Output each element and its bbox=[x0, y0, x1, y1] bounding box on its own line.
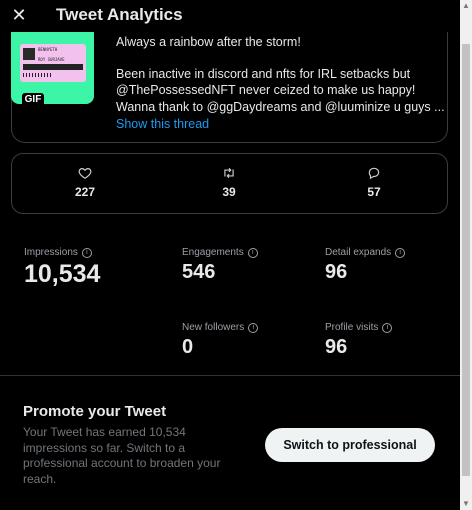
tweet-line-gap bbox=[116, 51, 446, 66]
dialog-header: ✕ Tweet Analytics bbox=[0, 0, 460, 32]
impressions-label: Impressions bbox=[24, 247, 78, 258]
info-icon[interactable]: i bbox=[248, 322, 259, 333]
ticket-bar bbox=[23, 64, 83, 70]
replies-metric: 57 bbox=[344, 166, 404, 199]
promo-title: Promote your Tweet bbox=[23, 403, 167, 420]
new-followers-stat: New followers i 0 bbox=[182, 322, 259, 359]
scroll-up-arrow-icon[interactable]: ▲ bbox=[462, 2, 470, 10]
engagement-metrics-card: 227 39 57 bbox=[11, 153, 448, 214]
promo-description: Your Tweet has earned 10,534 impressions… bbox=[23, 425, 243, 487]
tweet-line-4: Wanna thank to @ggDaydreams and @luumini… bbox=[116, 99, 445, 114]
analytics-panel: BENNYETH ROY SURJAVE GIF Always a rainbo… bbox=[0, 0, 460, 510]
detail-expands-value: 96 bbox=[325, 261, 348, 283]
impressions-value: 10,534 bbox=[24, 260, 101, 288]
show-thread-link[interactable]: Show this thread bbox=[116, 117, 209, 131]
promo-line-3: professional account to broaden your bbox=[23, 456, 221, 470]
profile-visits-stat: Profile visits i 96 bbox=[325, 322, 393, 359]
dialog-title: Tweet Analytics bbox=[56, 5, 183, 24]
detail-expands-stat: Detail expands i 96 bbox=[325, 247, 406, 284]
gif-badge: GIF bbox=[22, 93, 44, 107]
info-icon[interactable]: i bbox=[395, 247, 406, 258]
replies-count: 57 bbox=[367, 185, 381, 199]
likes-count: 227 bbox=[74, 185, 96, 199]
scrollbar[interactable]: ▲ ▼ bbox=[460, 0, 472, 510]
engagements-label: Engagements bbox=[182, 247, 244, 258]
tweet-text: Always a rainbow after the storm! Been i… bbox=[116, 34, 446, 115]
new-followers-label: New followers bbox=[182, 322, 245, 333]
detail-expands-label: Detail expands bbox=[325, 247, 392, 258]
ticket-text-1: BENNYETH bbox=[38, 47, 58, 52]
scroll-down-arrow-icon[interactable]: ▼ bbox=[462, 500, 470, 508]
ticket-barcode bbox=[23, 73, 53, 77]
qr-block bbox=[23, 48, 35, 60]
promo-line-2: impressions so far. Switch to a bbox=[23, 440, 186, 455]
promo-line-4: reach. bbox=[23, 471, 57, 486]
tweet-line-3: @ThePossessedNFT never ceized to make us… bbox=[116, 83, 416, 97]
info-icon[interactable]: i bbox=[382, 322, 393, 333]
impressions-stat: Impressions i 10,534 bbox=[24, 247, 100, 289]
engagements-value: 546 bbox=[182, 261, 216, 283]
tweet-line-1: Always a rainbow after the storm! bbox=[116, 35, 301, 49]
switch-to-professional-button[interactable]: Switch to professional bbox=[265, 428, 435, 462]
retweet-icon bbox=[224, 167, 234, 179]
engagements-stat: Engagements i 546 bbox=[182, 247, 258, 284]
retweets-metric: 39 bbox=[199, 166, 259, 199]
tweet-media-gif[interactable]: BENNYETH ROY SURJAVE bbox=[11, 22, 94, 104]
tweet-line-2: Been inactive in discord and nfts for IR… bbox=[116, 66, 411, 81]
info-icon[interactable]: i bbox=[81, 247, 92, 258]
retweets-count: 39 bbox=[222, 185, 236, 199]
scroll-thumb[interactable] bbox=[462, 44, 470, 476]
new-followers-value: 0 bbox=[182, 336, 194, 358]
ticket-text-2: ROY SURJAVE bbox=[38, 57, 65, 62]
section-divider bbox=[0, 375, 460, 376]
close-icon[interactable]: ✕ bbox=[10, 6, 28, 24]
profile-visits-value: 96 bbox=[325, 336, 348, 358]
promo-line-1: Your Tweet has earned 10,534 bbox=[23, 425, 186, 439]
profile-visits-label: Profile visits bbox=[325, 322, 379, 333]
heart-icon bbox=[78, 168, 92, 179]
ticket-graphic: BENNYETH ROY SURJAVE bbox=[20, 44, 86, 82]
reply-icon bbox=[368, 167, 380, 180]
likes-metric: 227 bbox=[55, 166, 115, 199]
info-icon[interactable]: i bbox=[247, 247, 258, 258]
